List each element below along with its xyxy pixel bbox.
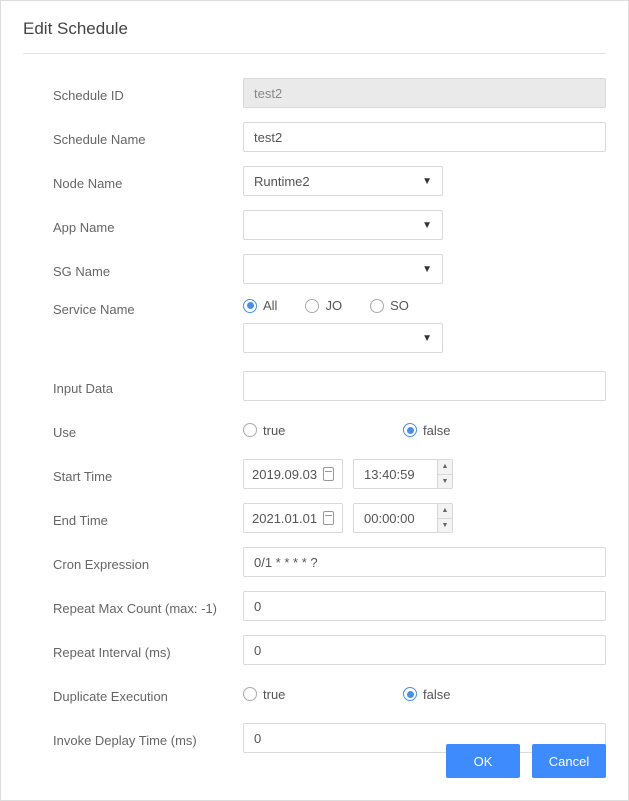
radio-icon [403, 687, 417, 701]
radio-icon [243, 687, 257, 701]
app-name-select[interactable]: ▼ [243, 210, 443, 240]
label-app-name: App Name [53, 216, 243, 235]
repeat-max-input[interactable] [243, 591, 606, 621]
label-start-time: Start Time [53, 465, 243, 484]
start-date-value: 2019.09.03 [252, 467, 317, 482]
label-end-time: End Time [53, 509, 243, 528]
radio-icon [243, 299, 257, 313]
edit-schedule-dialog: Edit Schedule Schedule ID test2 Schedule… [0, 0, 629, 801]
schedule-id-field: test2 [243, 78, 606, 108]
start-time-input[interactable]: 13:40:59 [353, 459, 437, 489]
radio-label: SO [390, 298, 409, 313]
radio-dupexec-true[interactable]: true [243, 687, 403, 702]
radio-icon [243, 423, 257, 437]
service-name-radio-group: All JO SO [243, 298, 606, 313]
duplicate-exec-radio-group: true false [243, 687, 563, 702]
radio-dupexec-false[interactable]: false [403, 687, 450, 702]
radio-label: true [263, 687, 285, 702]
radio-service-so[interactable]: SO [370, 298, 409, 313]
label-invoke-delay: Invoke Deplay Time (ms) [53, 729, 243, 748]
calendar-icon [323, 511, 334, 525]
label-cron: Cron Expression [53, 553, 243, 572]
calendar-icon [323, 467, 334, 481]
label-duplicate-exec: Duplicate Execution [53, 685, 243, 704]
radio-icon [403, 423, 417, 437]
service-name-select[interactable]: ▼ [243, 323, 443, 353]
radio-icon [370, 299, 384, 313]
end-date-value: 2021.01.01 [252, 511, 317, 526]
end-date-picker[interactable]: 2021.01.01 [243, 503, 343, 533]
end-time-input[interactable]: 00:00:00 [353, 503, 437, 533]
end-time-spinner: ▲ ▼ [437, 503, 453, 533]
chevron-down-icon: ▼ [422, 264, 432, 275]
label-sg-name: SG Name [53, 260, 243, 279]
radio-use-false[interactable]: false [403, 423, 450, 438]
form-body: Schedule ID test2 Schedule Name Node Nam… [23, 78, 606, 753]
chevron-down-icon: ▼ [422, 220, 432, 231]
label-repeat-max: Repeat Max Count (max: -1) [53, 597, 243, 616]
radio-label: false [423, 687, 450, 702]
radio-label: true [263, 423, 285, 438]
cron-input[interactable] [243, 547, 606, 577]
chevron-down-icon: ▼ [422, 333, 432, 344]
ok-button[interactable]: OK [446, 744, 520, 778]
label-repeat-interval: Repeat Interval (ms) [53, 641, 243, 660]
label-schedule-id: Schedule ID [53, 84, 243, 103]
input-data-input[interactable] [243, 371, 606, 401]
spin-down-button[interactable]: ▼ [438, 474, 452, 489]
label-service-name: Service Name [53, 298, 243, 317]
dialog-footer: OK Cancel [446, 744, 606, 778]
radio-label: JO [325, 298, 342, 313]
label-schedule-name: Schedule Name [53, 128, 243, 147]
schedule-name-input[interactable] [243, 122, 606, 152]
spin-up-button[interactable]: ▲ [438, 460, 452, 474]
radio-icon [305, 299, 319, 313]
dialog-title: Edit Schedule [23, 19, 606, 54]
use-radio-group: true false [243, 423, 563, 438]
radio-service-jo[interactable]: JO [305, 298, 342, 313]
start-time-spinner: ▲ ▼ [437, 459, 453, 489]
cancel-button[interactable]: Cancel [532, 744, 606, 778]
radio-label: false [423, 423, 450, 438]
node-name-select[interactable]: Runtime2 ▼ [243, 166, 443, 196]
spin-down-button[interactable]: ▼ [438, 518, 452, 533]
label-use: Use [53, 421, 243, 440]
sg-name-select[interactable]: ▼ [243, 254, 443, 284]
radio-service-all[interactable]: All [243, 298, 277, 313]
label-node-name: Node Name [53, 172, 243, 191]
radio-use-true[interactable]: true [243, 423, 403, 438]
radio-label: All [263, 298, 277, 313]
label-input-data: Input Data [53, 377, 243, 396]
chevron-down-icon: ▼ [422, 176, 432, 187]
end-time-picker: 00:00:00 ▲ ▼ [353, 503, 453, 533]
start-time-picker: 13:40:59 ▲ ▼ [353, 459, 453, 489]
spin-up-button[interactable]: ▲ [438, 504, 452, 518]
repeat-interval-input[interactable] [243, 635, 606, 665]
start-date-picker[interactable]: 2019.09.03 [243, 459, 343, 489]
node-name-value: Runtime2 [254, 174, 310, 189]
